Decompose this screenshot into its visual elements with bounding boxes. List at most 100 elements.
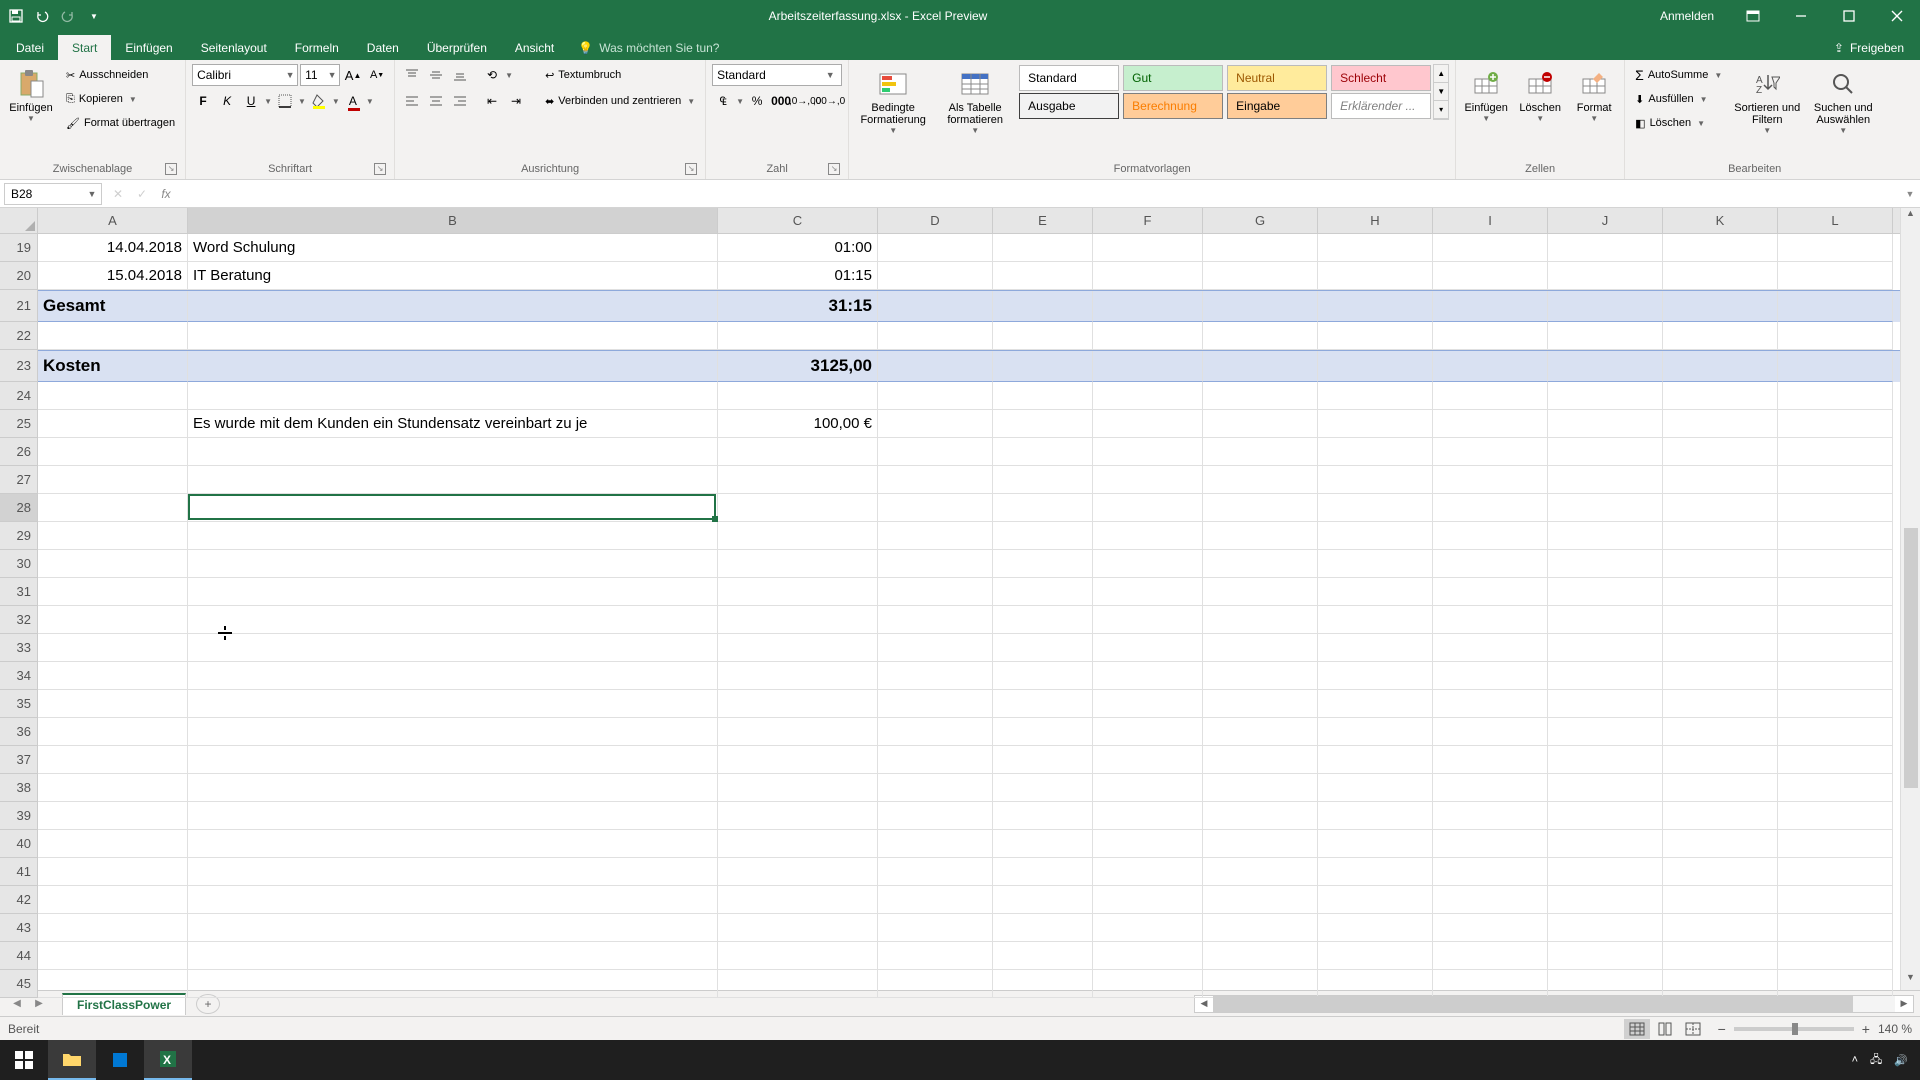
cell-I29[interactable] — [1433, 522, 1548, 550]
row-header-21[interactable]: 21 — [0, 290, 37, 322]
cell-C24[interactable] — [718, 382, 878, 410]
cell-J32[interactable] — [1548, 606, 1663, 634]
row-header-40[interactable]: 40 — [0, 830, 37, 858]
cell-I44[interactable] — [1433, 942, 1548, 970]
network-icon[interactable]: 🖧 — [1870, 1051, 1882, 1070]
cell-E31[interactable] — [993, 578, 1093, 606]
cell-H28[interactable] — [1318, 494, 1433, 522]
cell-A29[interactable] — [38, 522, 188, 550]
cell-C27[interactable] — [718, 466, 878, 494]
font-name-input[interactable] — [193, 68, 283, 82]
tray-chevron-icon[interactable]: ˄ — [1852, 1054, 1858, 1066]
cell-E25[interactable] — [993, 410, 1093, 438]
cell-J22[interactable] — [1548, 322, 1663, 350]
cell-B33[interactable] — [188, 634, 718, 662]
excel-taskbar-icon[interactable]: X — [144, 1040, 192, 1080]
cell-J26[interactable] — [1548, 438, 1663, 466]
cell-A23[interactable]: Kosten — [38, 351, 188, 382]
cell-E19[interactable] — [993, 234, 1093, 262]
cell-E43[interactable] — [993, 914, 1093, 942]
cell-K37[interactable] — [1663, 746, 1778, 774]
cell-J23[interactable] — [1548, 351, 1663, 382]
cell-E23[interactable] — [993, 351, 1093, 382]
cell-I28[interactable] — [1433, 494, 1548, 522]
cell-J28[interactable] — [1548, 494, 1663, 522]
cell-A32[interactable] — [38, 606, 188, 634]
cell-B19[interactable]: Word Schulung — [188, 234, 718, 262]
tab-review[interactable]: Überprüfen — [413, 35, 501, 60]
cell-A27[interactable] — [38, 466, 188, 494]
font-size-input[interactable] — [301, 68, 325, 82]
cell-D30[interactable] — [878, 550, 993, 578]
cell-C37[interactable] — [718, 746, 878, 774]
column-header-J[interactable]: J — [1548, 208, 1663, 233]
cell-D45[interactable] — [878, 970, 993, 998]
font-color-icon[interactable]: A — [342, 90, 364, 112]
cell-L44[interactable] — [1778, 942, 1893, 970]
cell-C28[interactable] — [718, 494, 878, 522]
row-header-38[interactable]: 38 — [0, 774, 37, 802]
cell-H26[interactable] — [1318, 438, 1433, 466]
cell-K23[interactable] — [1663, 351, 1778, 382]
cell-D31[interactable] — [878, 578, 993, 606]
cell-F21[interactable] — [1093, 291, 1203, 322]
cell-E22[interactable] — [993, 322, 1093, 350]
format-painter-button[interactable]: 🖌Format übertragen — [62, 112, 179, 134]
cell-K39[interactable] — [1663, 802, 1778, 830]
cell-J27[interactable] — [1548, 466, 1663, 494]
cell-L43[interactable] — [1778, 914, 1893, 942]
cell-C43[interactable] — [718, 914, 878, 942]
row-header-29[interactable]: 29 — [0, 522, 37, 550]
cell-G21[interactable] — [1203, 291, 1318, 322]
cell-E24[interactable] — [993, 382, 1093, 410]
cell-J24[interactable] — [1548, 382, 1663, 410]
cell-A26[interactable] — [38, 438, 188, 466]
cell-I41[interactable] — [1433, 858, 1548, 886]
cell-E41[interactable] — [993, 858, 1093, 886]
cell-L24[interactable] — [1778, 382, 1893, 410]
align-middle-icon[interactable] — [425, 64, 447, 86]
qat-customize-icon[interactable]: ▼ — [82, 4, 106, 28]
cell-A25[interactable] — [38, 410, 188, 438]
row-header-24[interactable]: 24 — [0, 382, 37, 410]
cell-H25[interactable] — [1318, 410, 1433, 438]
cell-J31[interactable] — [1548, 578, 1663, 606]
cell-G39[interactable] — [1203, 802, 1318, 830]
cell-H19[interactable] — [1318, 234, 1433, 262]
cell-J21[interactable] — [1548, 291, 1663, 322]
find-select-button[interactable]: Suchen und Auswählen ▼ — [1808, 64, 1878, 135]
cell-I30[interactable] — [1433, 550, 1548, 578]
cell-H30[interactable] — [1318, 550, 1433, 578]
cell-B24[interactable] — [188, 382, 718, 410]
cell-G25[interactable] — [1203, 410, 1318, 438]
cell-D35[interactable] — [878, 690, 993, 718]
cell-B32[interactable] — [188, 606, 718, 634]
cell-K22[interactable] — [1663, 322, 1778, 350]
row-header-22[interactable]: 22 — [0, 322, 37, 350]
cancel-formula-icon[interactable]: ✕ — [106, 183, 130, 205]
cell-J43[interactable] — [1548, 914, 1663, 942]
cell-F38[interactable] — [1093, 774, 1203, 802]
cell-H42[interactable] — [1318, 886, 1433, 914]
cell-D43[interactable] — [878, 914, 993, 942]
cell-G38[interactable] — [1203, 774, 1318, 802]
fill-button[interactable]: ⬇Ausfüllen▼ — [1631, 88, 1726, 110]
share-button[interactable]: ⇪ Freigeben — [1818, 41, 1920, 60]
cell-D40[interactable] — [878, 830, 993, 858]
tab-file[interactable]: Datei — [2, 35, 58, 60]
cell-G35[interactable] — [1203, 690, 1318, 718]
cell-D37[interactable] — [878, 746, 993, 774]
cell-K44[interactable] — [1663, 942, 1778, 970]
increase-indent-icon[interactable]: ⇥ — [505, 90, 527, 112]
cell-F29[interactable] — [1093, 522, 1203, 550]
sort-filter-button[interactable]: AZ Sortieren und Filtern ▼ — [1732, 64, 1802, 135]
cell-B30[interactable] — [188, 550, 718, 578]
cell-K38[interactable] — [1663, 774, 1778, 802]
cell-K21[interactable] — [1663, 291, 1778, 322]
vertical-scrollbar[interactable]: ▲ ▼ — [1900, 208, 1920, 990]
cell-B40[interactable] — [188, 830, 718, 858]
cell-A44[interactable] — [38, 942, 188, 970]
cell-H34[interactable] — [1318, 662, 1433, 690]
row-header-41[interactable]: 41 — [0, 858, 37, 886]
cell-F32[interactable] — [1093, 606, 1203, 634]
